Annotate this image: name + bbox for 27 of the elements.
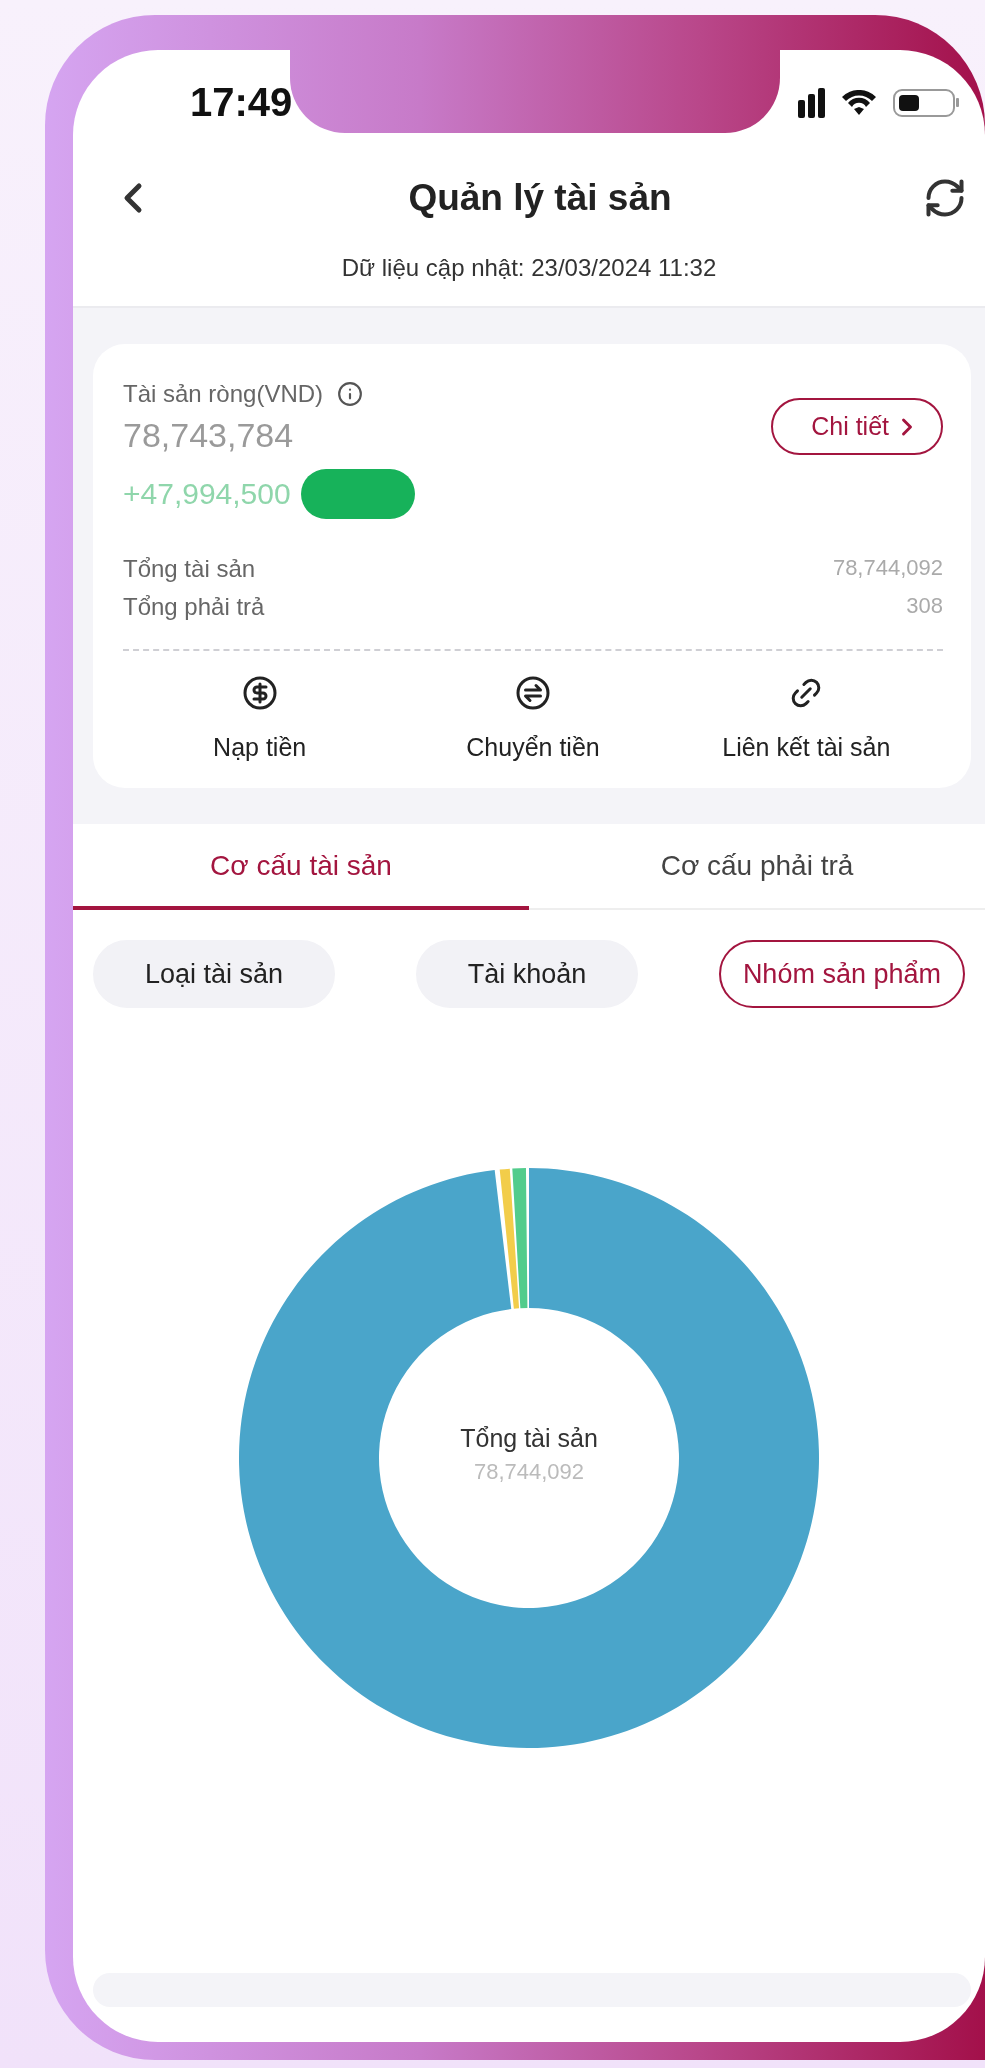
exchange-arrows-icon: [515, 675, 551, 711]
wifi-icon: [841, 89, 877, 116]
signal-icon: [798, 87, 825, 118]
tab[interactable]: Cơ cấu tài sản: [73, 824, 529, 910]
action-button[interactable]: Liên kết tài sản: [669, 675, 943, 762]
action-button[interactable]: Nạp tiền: [123, 675, 397, 762]
tab[interactable]: Cơ cấu phải trả: [529, 824, 985, 910]
battery-icon: [893, 88, 960, 117]
summary-value: 78,744,092: [832, 555, 943, 582]
filter-chip[interactable]: Loại tài sản: [93, 940, 336, 1008]
summary-label: Tổng tài sản: [123, 555, 256, 583]
detail-button[interactable]: Chi tiết: [771, 398, 943, 455]
donut-center-label: Tổng tài sản: [460, 1424, 598, 1453]
dollar-circle-icon: [241, 675, 278, 711]
summary-value: 308: [906, 593, 943, 620]
page-title: Quản lý tài sản: [408, 176, 672, 219]
net-assets-label: Tài sản ròng(VND): [123, 380, 324, 408]
status-time: 17:49: [190, 80, 293, 125]
action-button[interactable]: Chuyển tiền: [396, 675, 670, 762]
filter-chip[interactable]: Tài khoản: [415, 940, 639, 1008]
net-assets-value: 78,743,784: [123, 416, 295, 455]
change-value: +47,994,500: [123, 477, 291, 511]
info-icon[interactable]: [337, 381, 364, 407]
donut-center-value: 78,744,092: [473, 1459, 585, 1485]
filter-chip[interactable]: Nhóm sản phẩm: [718, 940, 965, 1008]
update-time: Dữ liệu cập nhật: 23/03/2024 11:32: [340, 253, 718, 283]
summary-label: Tổng phải trả: [123, 593, 265, 621]
